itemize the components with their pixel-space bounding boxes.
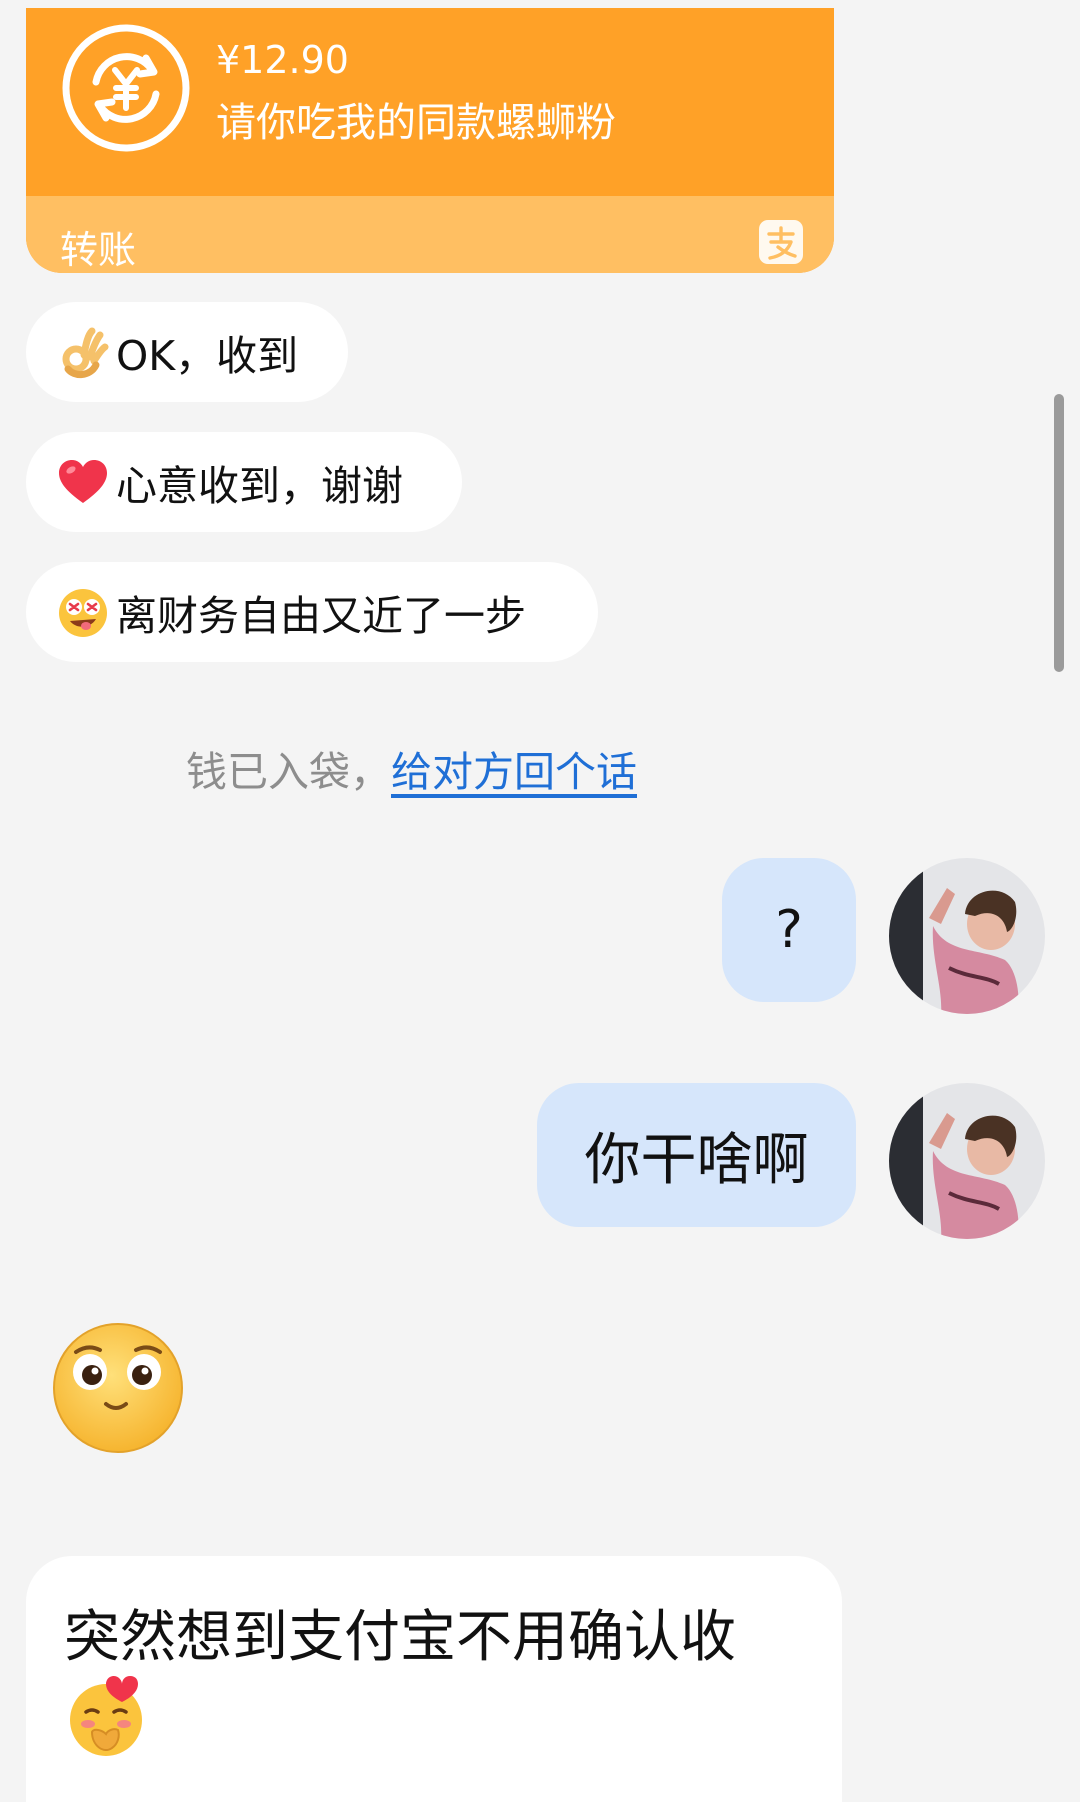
pleading-face-emoji-icon[interactable]	[50, 1320, 186, 1456]
incoming-message-text: 突然想到支付宝不用确认收	[64, 1605, 736, 1670]
reply-link[interactable]: 给对方回个话	[391, 748, 637, 796]
outgoing-message[interactable]: ?	[722, 858, 856, 1002]
incoming-message[interactable]: 突然想到支付宝不用确认收	[26, 1556, 842, 1802]
transfer-card[interactable]: ¥12.90 请你吃我的同款螺蛳粉 转账	[26, 8, 834, 273]
avatar-photo	[889, 1083, 1045, 1239]
heart-emoji-icon	[59, 460, 107, 503]
transfer-note: 请你吃我的同款螺蛳粉	[216, 100, 616, 146]
outgoing-message[interactable]: 你干啥啊	[537, 1083, 856, 1227]
yuan-exchange-icon	[62, 24, 190, 152]
transfer-label: 转账	[60, 228, 137, 272]
received-notice: 钱已入袋，给对方回个话	[186, 738, 637, 798]
quick-reply-financial-freedom[interactable]: 离财务自由又近了一步	[26, 562, 598, 662]
quick-reply-thanks[interactable]: 心意收到，谢谢	[26, 432, 462, 532]
quick-reply-thanks-label: 心意收到，谢谢	[116, 462, 403, 510]
alipay-icon	[759, 220, 803, 264]
shy-face-emoji-icon	[70, 1676, 142, 1756]
avatar[interactable]	[889, 1083, 1045, 1239]
scrollbar[interactable]	[1054, 394, 1064, 672]
quick-reply-ok[interactable]: OK，收到	[26, 302, 348, 402]
transfer-amount: ¥12.90	[216, 38, 349, 82]
quick-reply-ok-label: OK，收到	[116, 332, 299, 380]
quick-reply-financial-freedom-label: 离财务自由又近了一步	[116, 592, 526, 640]
avatar-photo	[889, 858, 1045, 1014]
ok-hand-emoji-icon	[62, 327, 109, 378]
avatar[interactable]	[889, 858, 1045, 1014]
money-eyes-emoji-icon	[59, 589, 107, 637]
transfer-card-footer	[26, 196, 834, 273]
notice-text: 钱已入袋，	[186, 748, 391, 796]
